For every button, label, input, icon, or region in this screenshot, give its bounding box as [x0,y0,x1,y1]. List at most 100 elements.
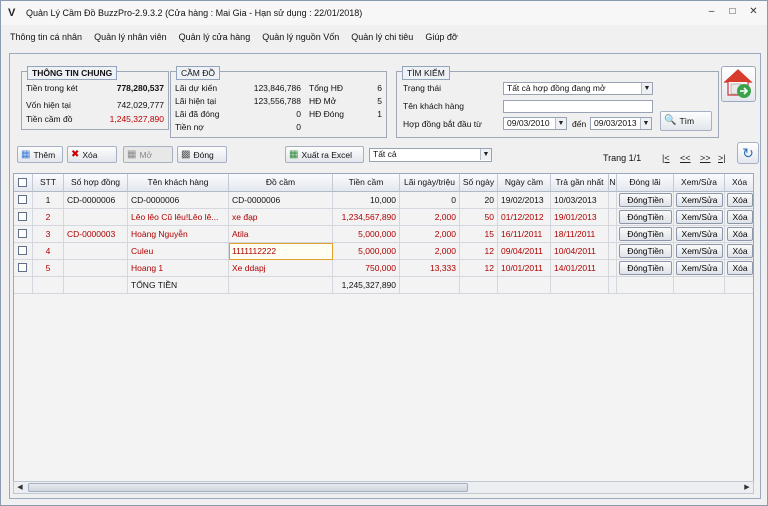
col-header-date[interactable]: Ngày cầm [498,174,551,192]
prev-page-link[interactable]: << [680,153,691,163]
delete-row-button[interactable]: Xóa [727,261,753,275]
col-header-edit[interactable]: Xem/Sửa [674,174,725,192]
col-header-days[interactable]: Số ngày [460,174,498,192]
cell-date[interactable]: 19/02/2013 [498,192,551,209]
filter-select[interactable]: Tất cả ▼ [369,148,492,162]
cell-last[interactable]: 14/01/2011 [551,260,609,277]
view-edit-button[interactable]: Xem/Sửa [676,193,723,207]
menu-help[interactable]: Giúp đỡ [425,32,457,42]
menu-capital[interactable]: Quản lý nguồn Vốn [262,32,339,42]
home-button[interactable] [721,66,756,102]
cell-customer[interactable]: Hoang 1 [128,260,229,277]
view-edit-button[interactable]: Xem/Sửa [676,227,723,241]
menu-staff[interactable]: Quản lý nhân viên [94,32,167,42]
cell-contract[interactable] [64,243,128,260]
row-checkbox[interactable] [18,229,27,238]
pay-interest-button[interactable]: ĐóngTiền [619,261,672,275]
cell-last[interactable]: 10/03/2013 [551,192,609,209]
cell-days[interactable]: 20 [460,192,498,209]
delete-button[interactable]: ✖ Xóa [67,146,117,163]
row-checkbox[interactable] [18,212,27,221]
scroll-right-icon[interactable]: ▶ [741,482,753,493]
delete-row-button[interactable]: Xóa [727,210,753,224]
horizontal-scrollbar[interactable]: ◀ ▶ [13,481,754,494]
col-header-n[interactable]: N [609,174,617,192]
cell-stt[interactable]: 3 [33,226,64,243]
cell-customer[interactable]: Culeu [128,243,229,260]
cell-item[interactable]: CD-0000006 [229,192,333,209]
col-header-customer[interactable]: Tên khách hàng [128,174,229,192]
cell-item[interactable]: xe đạp [229,209,333,226]
cell-date[interactable]: 09/04/2011 [498,243,551,260]
customer-name-input[interactable] [503,100,653,113]
delete-row-button[interactable]: Xóa [727,227,753,241]
minimize-icon[interactable]: – [706,7,717,18]
status-select[interactable]: Tất cả hợp đồng đang mở ▼ [503,82,653,95]
menu-personal-info[interactable]: Thông tin cá nhân [10,32,82,42]
cell-customer[interactable]: Hoàng Nguyễn [128,226,229,243]
cell-item[interactable]: 1111112222 [229,243,333,260]
date-to-picker[interactable]: 09/03/2013 ▼ [590,117,652,130]
chevron-down-icon[interactable]: ▼ [641,83,652,94]
menu-store[interactable]: Quản lý cửa hàng [179,32,251,42]
cell-amount[interactable]: 1,234,567,890 [333,209,400,226]
cell-stt[interactable]: 5 [33,260,64,277]
next-page-link[interactable]: >> [700,153,711,163]
cell-last[interactable]: 10/04/2011 [551,243,609,260]
scrollbar-thumb[interactable] [28,483,468,492]
cell-days[interactable]: 50 [460,209,498,226]
cell-amount[interactable]: 10,000 [333,192,400,209]
pay-interest-button[interactable]: ĐóngTiền [619,244,672,258]
cell-stt[interactable]: 4 [33,243,64,260]
cell-date[interactable]: 01/12/2012 [498,209,551,226]
cell-rate[interactable]: 0 [400,192,460,209]
pay-interest-button[interactable]: ĐóngTiền [619,193,672,207]
cell-rate[interactable]: 13,333 [400,260,460,277]
cell-item[interactable]: Atila [229,226,333,243]
cell-rate[interactable]: 2,000 [400,243,460,260]
close-contract-button[interactable]: ▩ Đóng [177,146,227,163]
maximize-icon[interactable]: □ [727,7,738,18]
date-from-picker[interactable]: 09/03/2010 ▼ [503,117,567,130]
last-page-link[interactable]: >| [718,153,726,163]
pay-interest-button[interactable]: ĐóngTiền [619,227,672,241]
cell-last[interactable]: 18/11/2011 [551,226,609,243]
cell-amount[interactable]: 750,000 [333,260,400,277]
row-checkbox[interactable] [18,246,27,255]
row-checkbox[interactable] [18,263,27,272]
cell-contract[interactable]: CD-0000006 [64,192,128,209]
row-checkbox[interactable] [18,195,27,204]
col-header-item[interactable]: Đồ cầm [229,174,333,192]
chevron-down-icon[interactable]: ▼ [555,118,566,129]
cell-rate[interactable]: 2,000 [400,209,460,226]
view-edit-button[interactable]: Xem/Sửa [676,244,723,258]
cell-days[interactable]: 12 [460,260,498,277]
cell-rate[interactable]: 2,000 [400,226,460,243]
col-header-amount[interactable]: Tiền cầm [333,174,400,192]
cell-customer[interactable]: CD-0000006 [128,192,229,209]
pay-interest-button[interactable]: ĐóngTiền [619,210,672,224]
view-edit-button[interactable]: Xem/Sửa [676,210,723,224]
add-button[interactable]: ▦ Thêm [17,146,63,163]
chevron-down-icon[interactable]: ▼ [480,149,491,160]
col-header-stt[interactable]: STT [33,174,64,192]
col-header-contract[interactable]: Số hợp đồng [64,174,128,192]
cell-contract[interactable] [64,260,128,277]
view-edit-button[interactable]: Xem/Sửa [676,261,723,275]
cell-customer[interactable]: Lêo lêo Cũ lêu!Lêo lê... [128,209,229,226]
cell-contract[interactable]: CD-0000003 [64,226,128,243]
refresh-button[interactable]: ↻ [737,142,759,164]
cell-last[interactable]: 19/01/2013 [551,209,609,226]
cell-days[interactable]: 12 [460,243,498,260]
cell-stt[interactable]: 2 [33,209,64,226]
chevron-down-icon[interactable]: ▼ [640,118,651,129]
select-all-header[interactable] [14,174,33,192]
find-button[interactable]: 🔍 Tìm [660,111,712,131]
first-page-link[interactable]: |< [662,153,670,163]
col-header-pay[interactable]: Đóng lãi [617,174,674,192]
open-button[interactable]: ▦ Mở [123,146,173,163]
col-header-delete[interactable]: Xóa [725,174,753,192]
menu-expenses[interactable]: Quản lý chi tiêu [351,32,413,42]
cell-date[interactable]: 16/11/2011 [498,226,551,243]
col-header-rate[interactable]: Lãi ngày/triệu [400,174,460,192]
